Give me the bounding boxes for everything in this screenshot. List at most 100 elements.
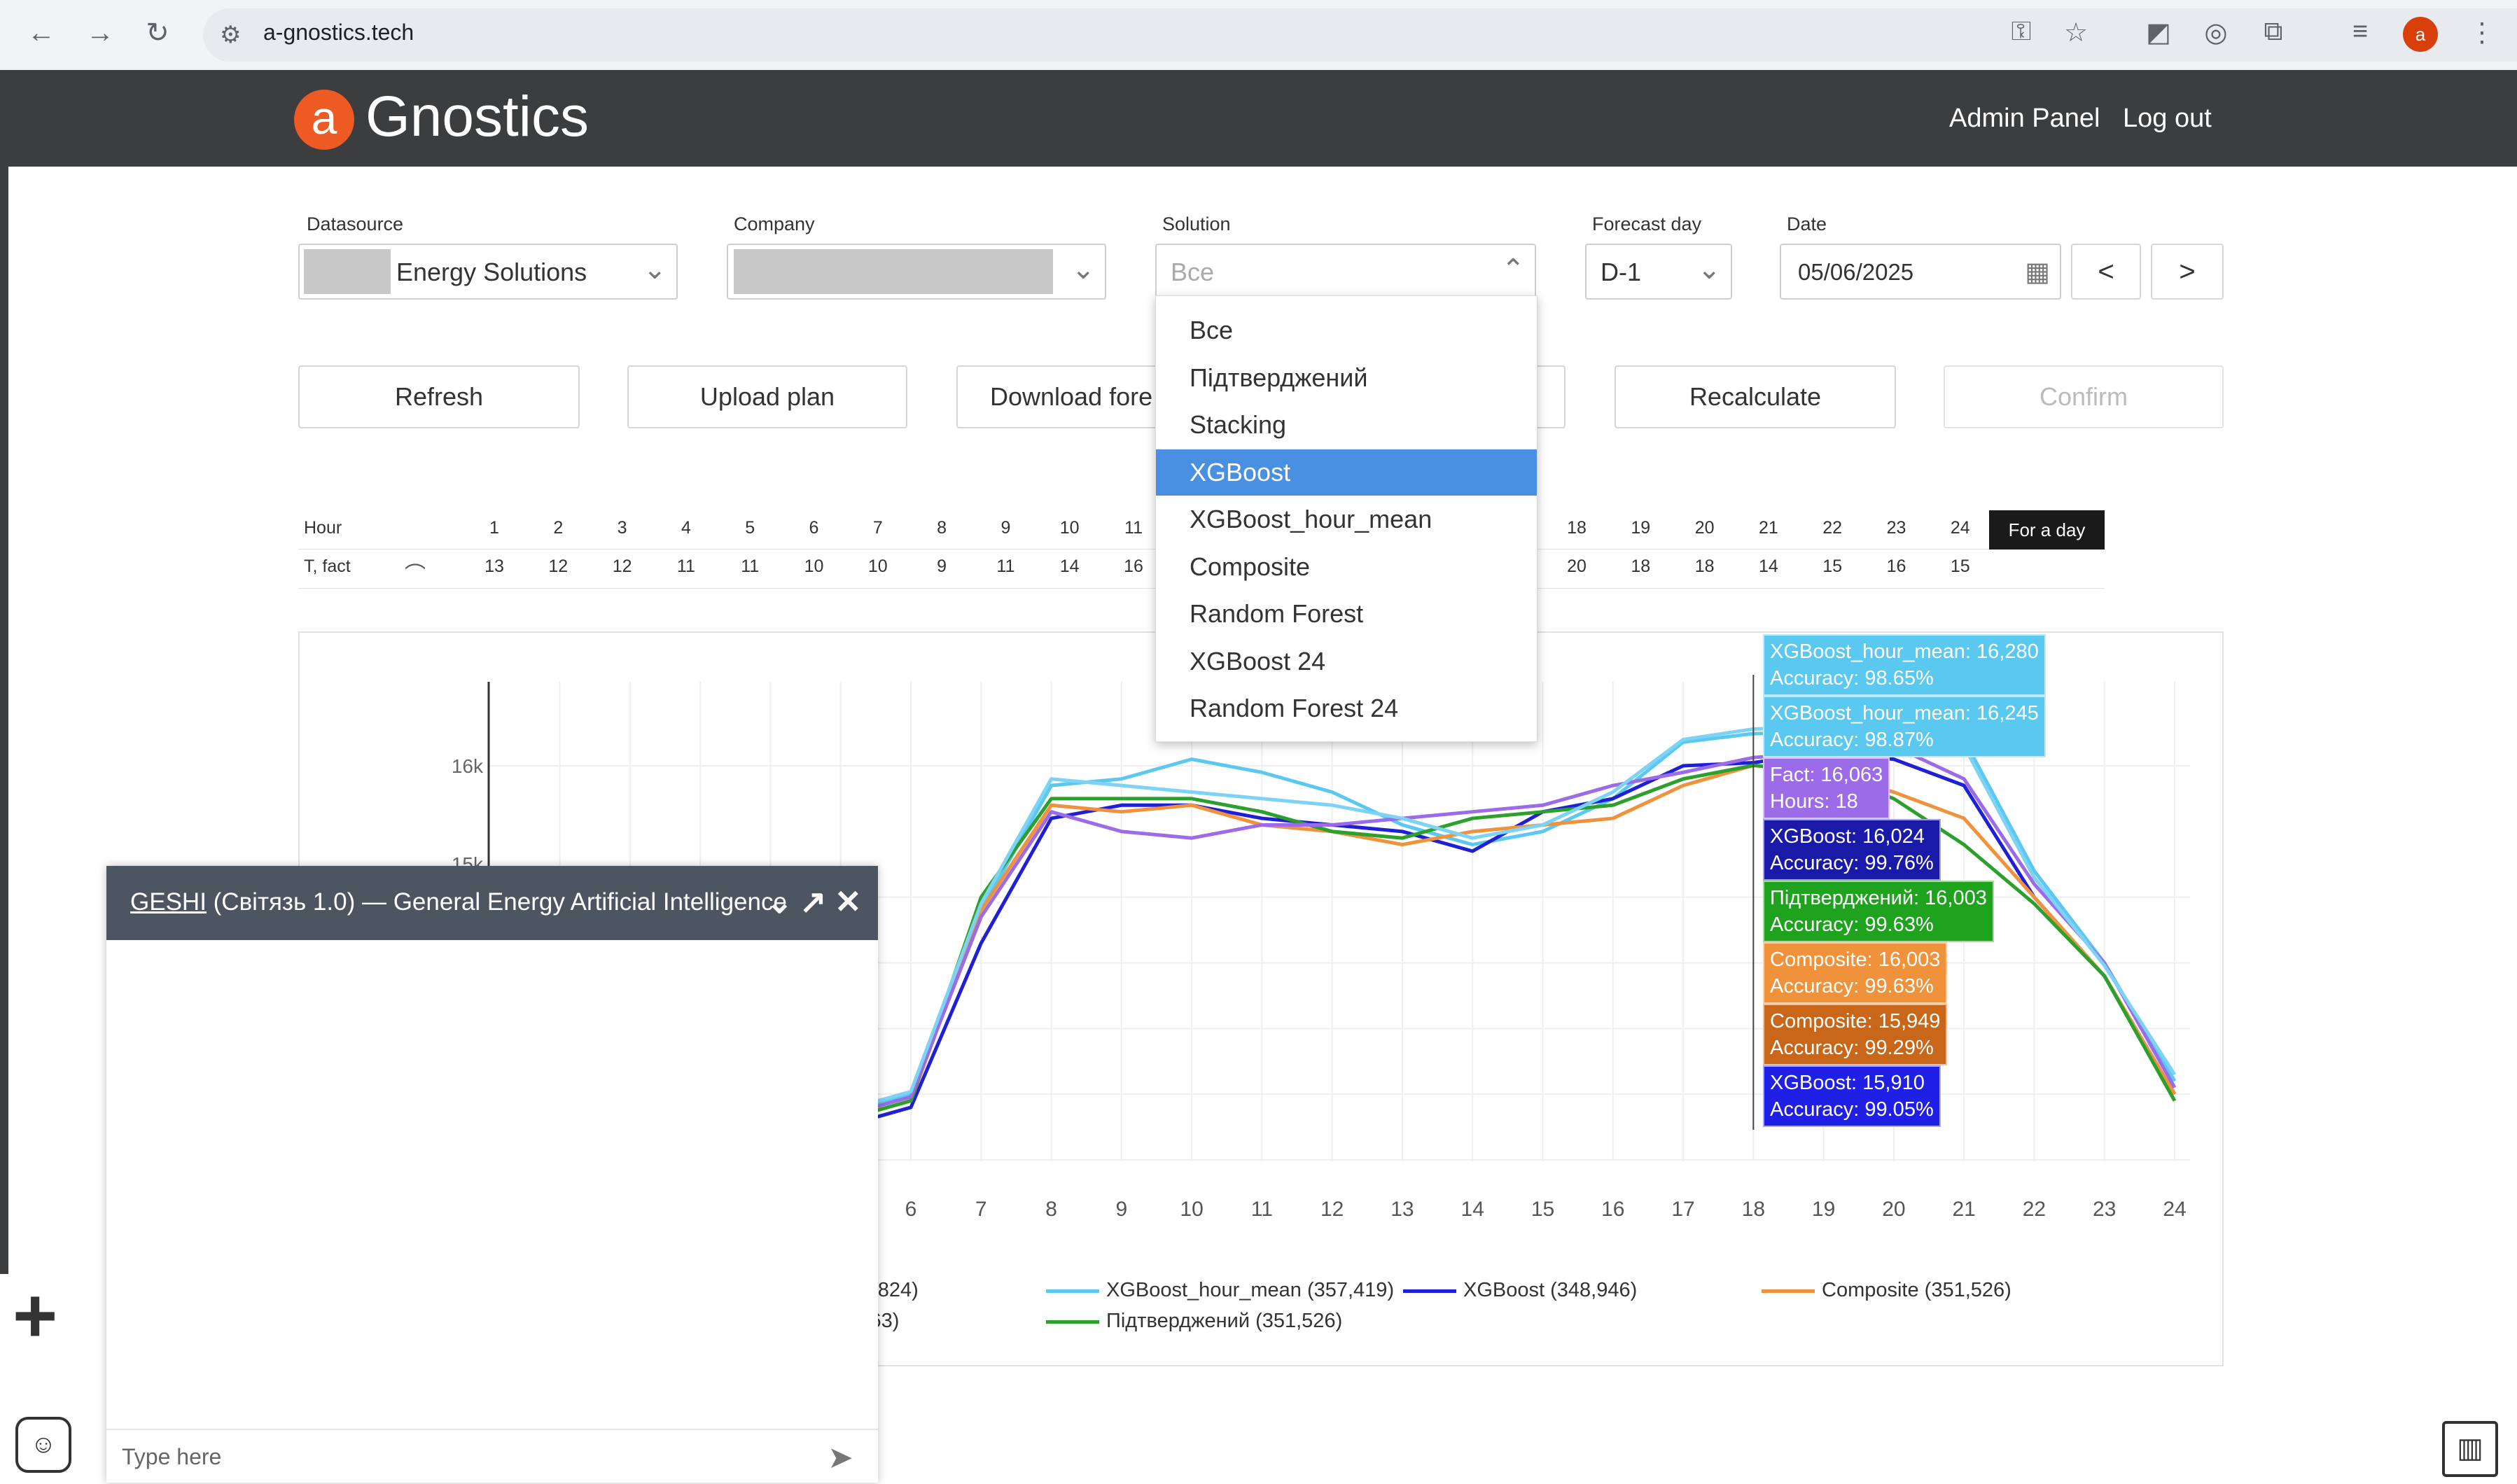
forward-arrow-icon[interactable]: →: [83, 15, 118, 50]
next-day-button[interactable]: >: [2151, 244, 2224, 300]
date-input[interactable]: 05/06/2025 ▦: [1780, 244, 2061, 300]
menu-icon[interactable]: ⋮: [2464, 17, 2499, 48]
solution-option[interactable]: Stacking: [1156, 402, 1537, 448]
chatbot-icon[interactable]: ☺: [15, 1417, 71, 1473]
hour-cell: 5: [745, 518, 755, 538]
send-icon[interactable]: ➤: [828, 1440, 853, 1476]
admin-panel-link[interactable]: Admin Panel: [1949, 104, 2100, 134]
forecast-day-select[interactable]: D-1 ⌄: [1585, 244, 1732, 300]
refresh-button[interactable]: Refresh: [298, 365, 580, 428]
url-text: a-gnostics.tech: [263, 20, 414, 45]
calendar-icon[interactable]: ▦: [2025, 256, 2050, 288]
extension-icon[interactable]: ⧉: [2256, 17, 2291, 47]
hour-cell: 1: [489, 518, 499, 538]
x-tick-label: 12: [1320, 1198, 1344, 1221]
tooltip-accuracy: Accuracy: 98.87%: [1770, 729, 1934, 751]
reload-icon[interactable]: ↻: [140, 15, 175, 50]
tooltip-accuracy: Accuracy: 98.65%: [1770, 667, 1934, 690]
chart-report-icon[interactable]: ▥: [2442, 1421, 2498, 1477]
solution-option[interactable]: Random Forest 24: [1156, 685, 1537, 732]
solution-option[interactable]: Все: [1156, 307, 1537, 354]
forecast-day-value: D-1: [1601, 258, 1642, 286]
tooltip-accuracy: Hours: 18: [1770, 790, 1858, 813]
solution-option[interactable]: Composite: [1156, 544, 1537, 590]
confirm-button[interactable]: Confirm: [1944, 365, 2224, 428]
tooltip-value: Composite: 15,949: [1770, 1010, 1941, 1032]
chat-title-link[interactable]: GESHI: [130, 888, 207, 916]
legend-item[interactable]: Підтверджений (351,526): [1046, 1310, 1342, 1333]
chevron-down-icon[interactable]: ⌄: [766, 883, 793, 920]
chat-title-text: (Світязь 1.0) — General Energy Artificia…: [206, 888, 787, 916]
temp-cell: 11: [676, 556, 695, 576]
solution-label: Solution: [1162, 214, 1231, 234]
tooltip-value: XGBoost: 15,910: [1770, 1072, 1925, 1094]
for-a-day-button[interactable]: For a day: [1989, 510, 2105, 550]
logo-text: Gnostics: [365, 85, 589, 148]
chat-input[interactable]: Type here ➤: [106, 1429, 878, 1484]
temp-cell: 18: [1694, 556, 1715, 576]
expand-icon[interactable]: ↗: [800, 883, 827, 920]
redacted-block: [734, 249, 1053, 294]
sparkline-icon[interactable]: ⌒: [405, 557, 426, 588]
legend-swatch: [1403, 1289, 1456, 1293]
x-tick-label: 21: [1952, 1198, 1975, 1221]
hour-cell: 20: [1694, 518, 1715, 538]
key-icon[interactable]: ⚿: [2004, 17, 2039, 47]
legend-item[interactable]: XGBoost (348,946): [1403, 1279, 1637, 1302]
extension-icon[interactable]: ◎: [2198, 17, 2233, 48]
solution-option[interactable]: XGBoost: [1156, 449, 1537, 496]
close-icon[interactable]: ✕: [835, 883, 862, 920]
x-tick-label: 20: [1882, 1198, 1905, 1221]
tab-search-icon[interactable]: ≡: [2343, 17, 2378, 47]
hour-cell: 8: [937, 518, 947, 538]
tooltip-value: XGBoost_hour_mean: 16,280: [1770, 640, 2039, 663]
upload-plan-button[interactable]: Upload plan: [627, 365, 907, 428]
datasource-select[interactable]: Energy Solutions ⌄: [298, 244, 678, 300]
solution-dropdown-menu: Все Підтверджений Stacking XGBoost XGBoost_h…: [1155, 295, 1538, 742]
x-tick-label: 19: [1812, 1198, 1835, 1221]
solution-option[interactable]: XGBoost 24: [1156, 638, 1537, 685]
plus-icon[interactable]: +: [13, 1278, 57, 1354]
legend-item[interactable]: XGBoost_hour_mean (357,419): [1046, 1279, 1394, 1302]
chat-title: GESHI (Світязь 1.0) — General Energy Art…: [130, 888, 787, 916]
solution-option[interactable]: Підтверджений: [1156, 355, 1537, 401]
logout-link[interactable]: Log out: [2123, 104, 2212, 134]
site-settings-icon[interactable]: ⚙: [220, 21, 241, 49]
x-tick-label: 24: [2163, 1198, 2186, 1221]
temp-cell: 13: [484, 556, 504, 576]
chevron-down-icon: ⌄: [643, 254, 667, 285]
x-tick-label: 17: [1671, 1198, 1694, 1221]
temp-cell: 11: [741, 556, 760, 576]
legend-swatch: [1046, 1289, 1099, 1293]
prev-day-button[interactable]: <: [2071, 244, 2141, 300]
temp-cell: 20: [1567, 556, 1587, 576]
x-tick-label: 22: [2023, 1198, 2046, 1221]
hour-cell: 21: [1758, 518, 1778, 538]
legend-label: XGBoost_hour_mean (357,419): [1106, 1279, 1395, 1301]
x-tick-label: 18: [1742, 1198, 1765, 1221]
extension-icon[interactable]: ◩: [2141, 17, 2176, 48]
chevron-down-icon: ⌄: [1071, 254, 1095, 285]
chart-tooltip: XGBoost: 15,910 Accuracy: 99.05%: [1763, 1065, 1941, 1127]
tooltip-accuracy: Accuracy: 99.63%: [1770, 913, 1934, 936]
solution-option[interactable]: Random Forest: [1156, 591, 1537, 637]
logo-mark: a: [294, 90, 354, 150]
x-tick-label: 8: [1045, 1198, 1057, 1221]
chat-panel: GESHI (Світязь 1.0) — General Energy Art…: [106, 866, 878, 1483]
back-arrow-icon[interactable]: ←: [24, 15, 59, 50]
y-tick-label: 16k: [452, 755, 484, 777]
solution-option[interactable]: XGBoost_hour_mean: [1156, 496, 1537, 542]
star-icon[interactable]: ☆: [2058, 17, 2093, 48]
tooltip-value: XGBoost: 16,024: [1770, 825, 1925, 848]
datasource-label: Datasource: [307, 214, 404, 234]
solution-select[interactable]: Все ⌃: [1155, 244, 1536, 300]
browser-toolbar: ← → ↻ ⚙ a-gnostics.tech ⚿ ☆ ◩ ◎ ⧉ ≡ a ⋮: [0, 0, 2517, 71]
hour-cell: 23: [1886, 518, 1906, 538]
recalculate-button[interactable]: Recalculate: [1615, 365, 1896, 428]
solution-value: Все: [1171, 258, 1215, 286]
legend-item[interactable]: Composite (351,526): [1762, 1279, 2011, 1302]
tooltip-accuracy: Accuracy: 99.29%: [1770, 1037, 1934, 1059]
hour-cell: 6: [809, 518, 819, 538]
company-select[interactable]: ⌄: [727, 244, 1106, 300]
profile-icon[interactable]: a: [2403, 17, 2438, 52]
